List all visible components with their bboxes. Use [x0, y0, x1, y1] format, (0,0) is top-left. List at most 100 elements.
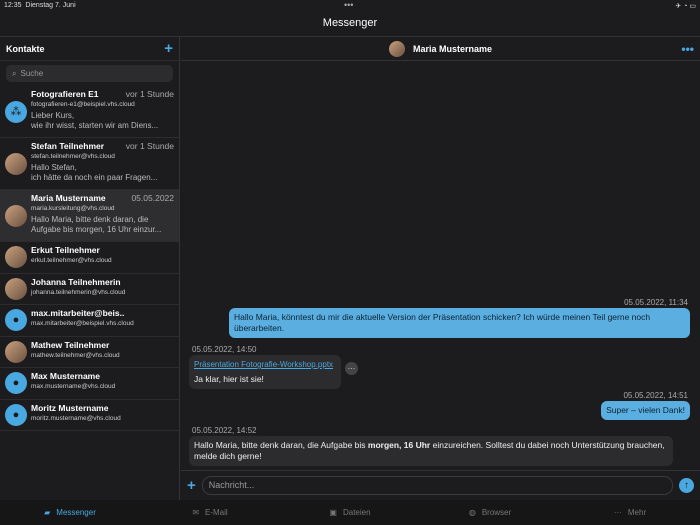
search-icon: ⌕ [12, 68, 17, 78]
contact-item[interactable]: Erkut Teilnehmer erkut.teilnehmer@vhs.cl… [0, 242, 179, 274]
avatar [388, 40, 405, 57]
contact-name: Stefan Teilnehmer [31, 141, 105, 151]
contact-info: Maria Mustername 05.05.2022 maria.kurslei… [31, 190, 179, 241]
preview-line: Aufgabe bis morgen, 16 Uhr einzur... [31, 225, 162, 234]
send-button[interactable]: ↑ [679, 478, 694, 493]
add-attachment-button[interactable]: + [187, 477, 196, 494]
contact-item[interactable]: ● Max Mustername max.mustername@vhs.clou… [0, 368, 179, 400]
tab-messenger[interactable]: ▰ Messenger [0, 500, 140, 525]
tab-email[interactable]: ✉ E-Mail [140, 500, 280, 525]
incoming-message: Präsentation Fotografie-Workshop.pptx Ja… [189, 355, 341, 389]
contact-email: moritz.mustername@vhs.cloud [31, 414, 121, 422]
contact-info: Mathew Teilnehmer mathew.teilnehmer@vhs.… [31, 337, 179, 368]
tab-label: Browser [481, 508, 512, 517]
contact-email: max.mustername@vhs.cloud [31, 383, 116, 390]
globe-icon: ◍ [468, 508, 476, 517]
message-input[interactable]: Nachricht... [201, 476, 673, 495]
chat-contact-name: Maria Mustername [412, 43, 493, 54]
contact-time: vor 1 Stunde [125, 89, 174, 99]
avatar [5, 152, 27, 175]
contact-name: Mathew Teilnehmer [31, 339, 110, 350]
bottom-tab-bar: ▰ Messenger ✉ E-Mail ▣ Dateien ◍ Browser ···… [0, 500, 700, 525]
contact-item[interactable]: Johanna Teilnehmerin johanna.teilnehmeri… [0, 274, 179, 305]
chat-bubbles-icon: ▰ [44, 508, 51, 517]
status-time: 12:35 [4, 2, 22, 9]
add-contact-button[interactable]: + [164, 40, 173, 57]
attachment-link[interactable]: Präsentation Fotografie-Workshop.pptx [194, 359, 336, 370]
envelope-icon: ✉ [192, 508, 200, 517]
person-icon: ● [5, 372, 27, 395]
outgoing-message: Hallo Maria, könntest du mir die aktuell… [229, 308, 690, 338]
preview-line: Lieber Kurs, [31, 111, 75, 120]
search-placeholder: Suche [20, 69, 44, 78]
status-icons: ✈ ◔ ▭ [675, 3, 696, 10]
chat-pane: Maria Mustername ••• 05.05.2022, 11:34 Ha… [181, 37, 700, 500]
contact-email: max.mitarbeiter@beispiel.vhs.cloud [31, 320, 134, 327]
tab-label: Mehr [627, 508, 647, 517]
contact-info: Moritz Mustername moritz.mustername@vhs.… [31, 400, 179, 431]
contact-name: Erkut Teilnehmer [31, 245, 100, 255]
preview-line: wie ihr wisst, starten wir am Diens... [31, 121, 159, 130]
message-bold-text: morgen, 16 Uhr [367, 440, 431, 450]
contact-preview: Lieber Kurs, wie ihr wisst, starten wir … [31, 111, 174, 131]
ellipsis-icon: ··· [613, 508, 622, 517]
message-text: Hallo Maria, bitte denk daran, die Aufga… [194, 440, 368, 450]
contact-name: Max Mustername [31, 371, 100, 381]
contact-info: Stefan Teilnehmer vor 1 Stunde stefan.tei… [31, 138, 179, 189]
message-timestamp: 05.05.2022, 14:52 [192, 426, 257, 435]
tab-browser[interactable]: ◍ Browser [420, 500, 560, 525]
message-options-button[interactable]: … [345, 362, 358, 375]
contact-item[interactable]: ● Moritz Mustername moritz.mustername@vh… [0, 400, 179, 431]
sidebar-header: Kontakte + [0, 37, 179, 61]
status-bar: 12:35 Dienstag 7. Juni ••• ✈ ◔ ▭ [0, 0, 700, 12]
group-icon: ⁂ [5, 100, 27, 123]
multitasking-dots-icon[interactable]: ••• [344, 0, 353, 10]
contact-name: Fotografieren E1 [31, 89, 99, 99]
contact-email: erkut.teilnehmer@vhs.cloud [31, 257, 112, 264]
contact-preview: Hallo Maria, bitte denk daran, die Aufgab… [31, 215, 174, 235]
contact-email: stefan.teilnehmer@vhs.cloud [31, 153, 115, 160]
person-icon: ● [5, 403, 27, 426]
preview-line: Hallo Maria, bitte denk daran, die [31, 215, 149, 224]
message-timestamp: 05.05.2022, 14:50 [192, 345, 257, 354]
contact-name: Maria Mustername [31, 193, 106, 203]
contact-time: vor 1 Stunde [125, 141, 174, 151]
contact-item[interactable]: Mathew Teilnehmer mathew.teilnehmer@vhs.… [0, 337, 179, 368]
message-text: Ja klar, hier ist sie! [194, 374, 264, 384]
tab-files[interactable]: ▣ Dateien [280, 500, 420, 525]
avatar [5, 340, 27, 363]
avatar [5, 204, 27, 227]
message-timestamp: 05.05.2022, 14:51 [623, 391, 688, 400]
message-input-bar: + Nachricht... ↑ [181, 470, 700, 500]
contact-info: Erkut Teilnehmer erkut.teilnehmer@vhs.cl… [31, 242, 179, 273]
contact-info: Max Mustername max.mustername@vhs.cloud [31, 368, 179, 399]
briefcase-icon: ▣ [329, 508, 337, 517]
contact-email: johanna.teilnehmerin@vhs.cloud [31, 288, 126, 296]
preview-line: Hallo Stefan, [31, 163, 77, 172]
contact-info: Johanna Teilnehmerin johanna.teilnehmeri… [31, 274, 179, 305]
contact-item[interactable]: Maria Mustername 05.05.2022 maria.kurslei… [0, 190, 179, 242]
outgoing-message: Super – vielen Dank! [601, 401, 690, 420]
incoming-message: Hallo Maria, bitte denk daran, die Aufga… [189, 436, 673, 466]
message-timestamp: 05.05.2022, 11:34 [624, 298, 688, 307]
chat-header: Maria Mustername ••• [181, 37, 700, 61]
contacts-sidebar: Kontakte + ⌕ Suche ⁂ Fotografieren E1 vor 1… [0, 37, 180, 500]
tab-label: E-Mail [205, 508, 228, 517]
contact-email: maria.kursleitung@vhs.cloud [31, 205, 115, 212]
status-date: Dienstag 7. Juni [25, 2, 76, 9]
tab-label: Messenger [56, 508, 96, 517]
search-input[interactable]: ⌕ Suche [6, 65, 173, 82]
preview-line: ich hätte da noch ein paar Fragen... [31, 173, 158, 182]
tab-more[interactable]: ··· Mehr [560, 500, 700, 525]
app-title: Messenger [0, 12, 700, 37]
contact-preview: Hallo Stefan, ich hätte da noch ein paar… [31, 163, 174, 183]
sidebar-title: Kontakte [6, 43, 45, 54]
contact-info: max.mitarbeiter@beis.. max.mitarbeiter@b… [31, 305, 179, 336]
contact-item[interactable]: Stefan Teilnehmer vor 1 Stunde stefan.tei… [0, 138, 179, 190]
tab-label: Dateien [342, 508, 371, 517]
contact-item[interactable]: ⁂ Fotografieren E1 vor 1 Stunde fotografi… [0, 86, 179, 138]
person-icon: ● [5, 309, 27, 332]
more-options-icon[interactable]: ••• [681, 42, 694, 56]
contact-email: fotografieren-e1@beispiel.vhs.cloud [31, 101, 135, 108]
contact-item[interactable]: ● max.mitarbeiter@beis.. max.mitarbeiter… [0, 305, 179, 337]
